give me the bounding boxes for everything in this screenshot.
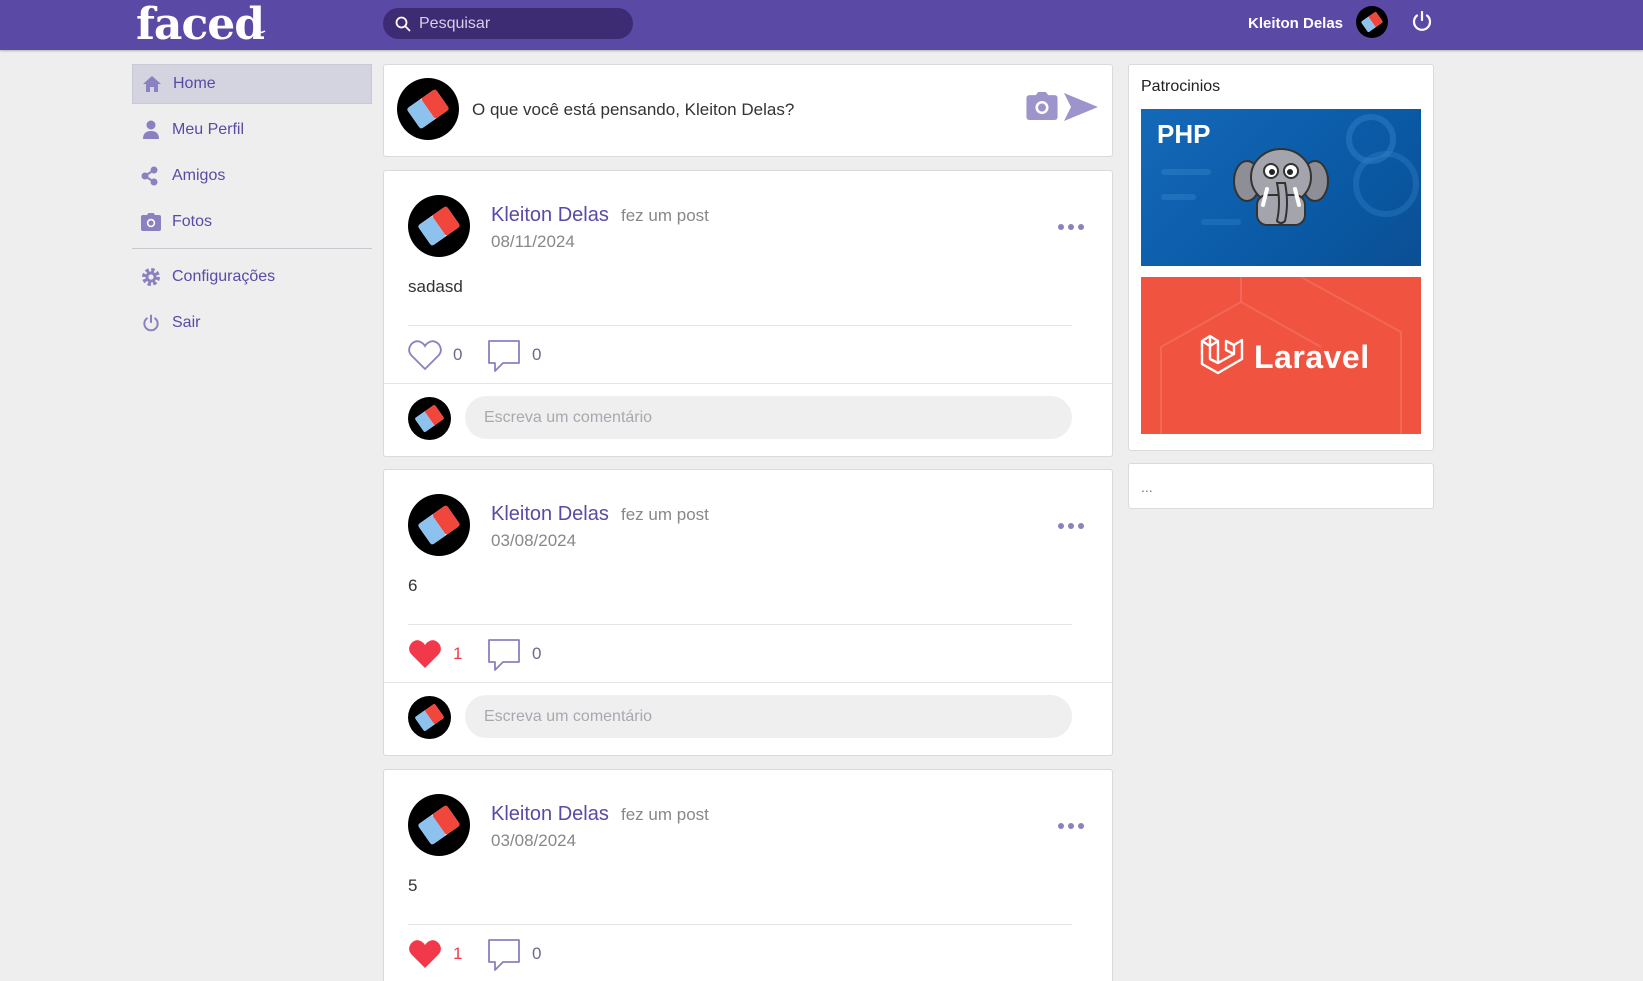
menu-item-label: Meu Perfil	[172, 121, 245, 138]
comment-icon[interactable]	[487, 938, 521, 972]
logo-smile-icon	[253, 25, 266, 34]
avatar[interactable]	[1356, 6, 1388, 38]
heart-icon[interactable]	[408, 339, 442, 371]
ad-label: Laravel	[1254, 339, 1370, 375]
power-icon[interactable]	[1410, 9, 1434, 33]
comment-input[interactable]	[465, 396, 1072, 439]
send-icon[interactable]	[1063, 92, 1099, 122]
top-bar: faced Kleiton Delas	[0, 0, 1643, 50]
post-card: Kleiton Delas fez um post 03/08/2024 6 1…	[383, 469, 1113, 756]
avatar	[397, 78, 459, 140]
post-action-text: fez um post	[621, 206, 709, 225]
sponsors-title: Patrocinios	[1141, 78, 1221, 95]
elephant-icon	[1233, 148, 1329, 226]
post-action-text: fez um post	[621, 505, 709, 524]
post-composer[interactable]: O que você está pensando, Kleiton Delas?	[383, 64, 1113, 157]
home-icon	[141, 73, 163, 95]
divider	[384, 682, 1112, 683]
user-name[interactable]: Kleiton Delas	[1248, 15, 1343, 32]
search-icon	[395, 16, 411, 32]
menu-item-home[interactable]: Home	[132, 64, 372, 104]
avatar[interactable]	[408, 794, 470, 856]
menu-item-photos[interactable]: Fotos	[132, 202, 372, 242]
friends-icon	[140, 165, 162, 187]
camera-icon	[140, 211, 162, 233]
extra-card: ...	[1128, 463, 1434, 509]
user-icon	[140, 119, 162, 141]
ad-php[interactable]: PHP	[1141, 109, 1421, 266]
laravel-logo-icon	[1200, 334, 1244, 375]
power-icon	[140, 312, 162, 334]
menu-divider	[132, 248, 372, 249]
comment-count: 0	[532, 944, 542, 963]
avatar	[408, 397, 451, 440]
ad-laravel[interactable]: Laravel	[1141, 277, 1421, 434]
comment-count: 0	[532, 345, 542, 364]
more-options-icon[interactable]	[1057, 822, 1085, 830]
avatar[interactable]	[408, 494, 470, 556]
menu-item-label: Amigos	[172, 167, 226, 184]
post-body: 6	[408, 576, 418, 595]
extra-text: ...	[1141, 479, 1153, 495]
menu-item-label: Fotos	[172, 213, 213, 230]
search-input[interactable]	[419, 8, 624, 39]
post-date: 08/11/2024	[491, 232, 575, 251]
avatar	[408, 696, 451, 739]
menu-item-settings[interactable]: Configurações	[132, 257, 372, 297]
menu-item-logout[interactable]: Sair	[132, 303, 372, 343]
divider	[408, 924, 1072, 925]
sponsors-card: Patrocinios PHP Laravel	[1128, 64, 1434, 451]
left-menu: Home Meu Perfil Amigos Fotos Configuraçõ…	[132, 64, 372, 349]
comment-icon[interactable]	[487, 638, 521, 672]
heart-filled-icon[interactable]	[408, 638, 442, 670]
menu-item-profile[interactable]: Meu Perfil	[132, 110, 372, 150]
like-count: 1	[453, 944, 463, 963]
divider	[384, 383, 1112, 384]
search-box[interactable]	[383, 8, 633, 39]
menu-item-label: Home	[173, 75, 216, 92]
post-card: Kleiton Delas fez um post 03/08/2024 5 1…	[383, 769, 1113, 981]
like-count: 1	[453, 644, 463, 663]
post-date: 03/08/2024	[491, 531, 577, 550]
divider	[408, 325, 1072, 326]
gear-icon	[140, 266, 162, 288]
more-options-icon[interactable]	[1057, 223, 1085, 231]
camera-icon[interactable]	[1025, 92, 1059, 120]
post-date: 03/08/2024	[491, 831, 577, 850]
heart-filled-icon[interactable]	[408, 938, 442, 970]
menu-item-label: Sair	[172, 314, 201, 331]
divider	[408, 624, 1072, 625]
comment-count: 0	[532, 644, 542, 663]
like-count: 0	[453, 345, 463, 364]
menu-item-friends[interactable]: Amigos	[132, 156, 372, 196]
ad-label: PHP	[1157, 119, 1211, 149]
comment-icon[interactable]	[487, 339, 521, 373]
avatar[interactable]	[408, 195, 470, 257]
composer-prompt[interactable]: O que você está pensando, Kleiton Delas?	[472, 100, 794, 120]
post-body: 5	[408, 876, 418, 895]
comment-input[interactable]	[465, 695, 1072, 738]
post-author[interactable]: Kleiton Delas	[491, 503, 609, 526]
post-author[interactable]: Kleiton Delas	[491, 803, 609, 826]
menu-item-label: Configurações	[172, 268, 276, 285]
post-action-text: fez um post	[621, 805, 709, 824]
post-author[interactable]: Kleiton Delas	[491, 204, 609, 227]
logo[interactable]: faced	[136, 0, 265, 50]
more-options-icon[interactable]	[1057, 522, 1085, 530]
post-card: Kleiton Delas fez um post 08/11/2024 sad…	[383, 170, 1113, 457]
post-body: sadasd	[408, 277, 463, 296]
